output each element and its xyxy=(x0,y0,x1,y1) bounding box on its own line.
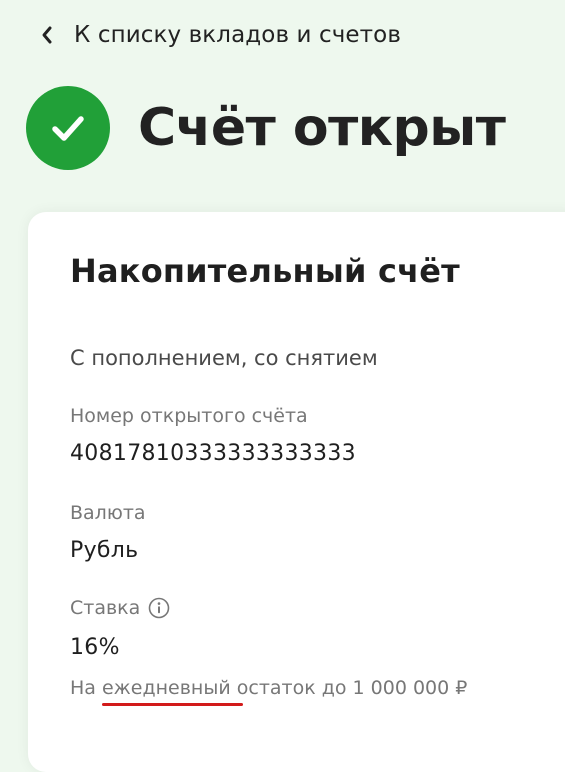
check-circle-icon xyxy=(26,86,110,170)
red-underline-annotation xyxy=(102,703,243,706)
back-link-label: К списку вкладов и счетов xyxy=(74,22,401,48)
account-features: С пополнением, со снятием xyxy=(70,346,378,370)
account-details-card: Накопительный счёт С пополнением, со сня… xyxy=(28,212,565,772)
back-to-list-link[interactable]: К списку вкладов и счетов xyxy=(36,18,401,52)
currency-label: Валюта xyxy=(70,502,146,524)
page-title: Счёт открыт xyxy=(138,98,506,158)
account-number-label: Номер открытого счёта xyxy=(70,405,308,427)
status-header: Счёт открыт xyxy=(26,86,506,170)
account-number-value: 40817810333333333333 xyxy=(70,441,356,466)
currency-value: Рубль xyxy=(70,538,139,563)
rate-note: На ежедневный остаток до 1 000 000 ₽ xyxy=(70,677,467,699)
rate-label-row: Ставка xyxy=(70,597,170,619)
rate-note-suffix: остаток до 1 000 000 ₽ xyxy=(230,677,468,699)
chevron-left-icon xyxy=(36,24,58,46)
rate-note-prefix: На xyxy=(70,677,102,699)
rate-value: 16% xyxy=(70,635,120,660)
rate-note-highlight: ежедневный xyxy=(101,677,231,699)
rate-label: Ставка xyxy=(70,597,141,619)
account-type-title: Накопительный счёт xyxy=(70,252,460,290)
info-icon[interactable] xyxy=(148,597,170,619)
